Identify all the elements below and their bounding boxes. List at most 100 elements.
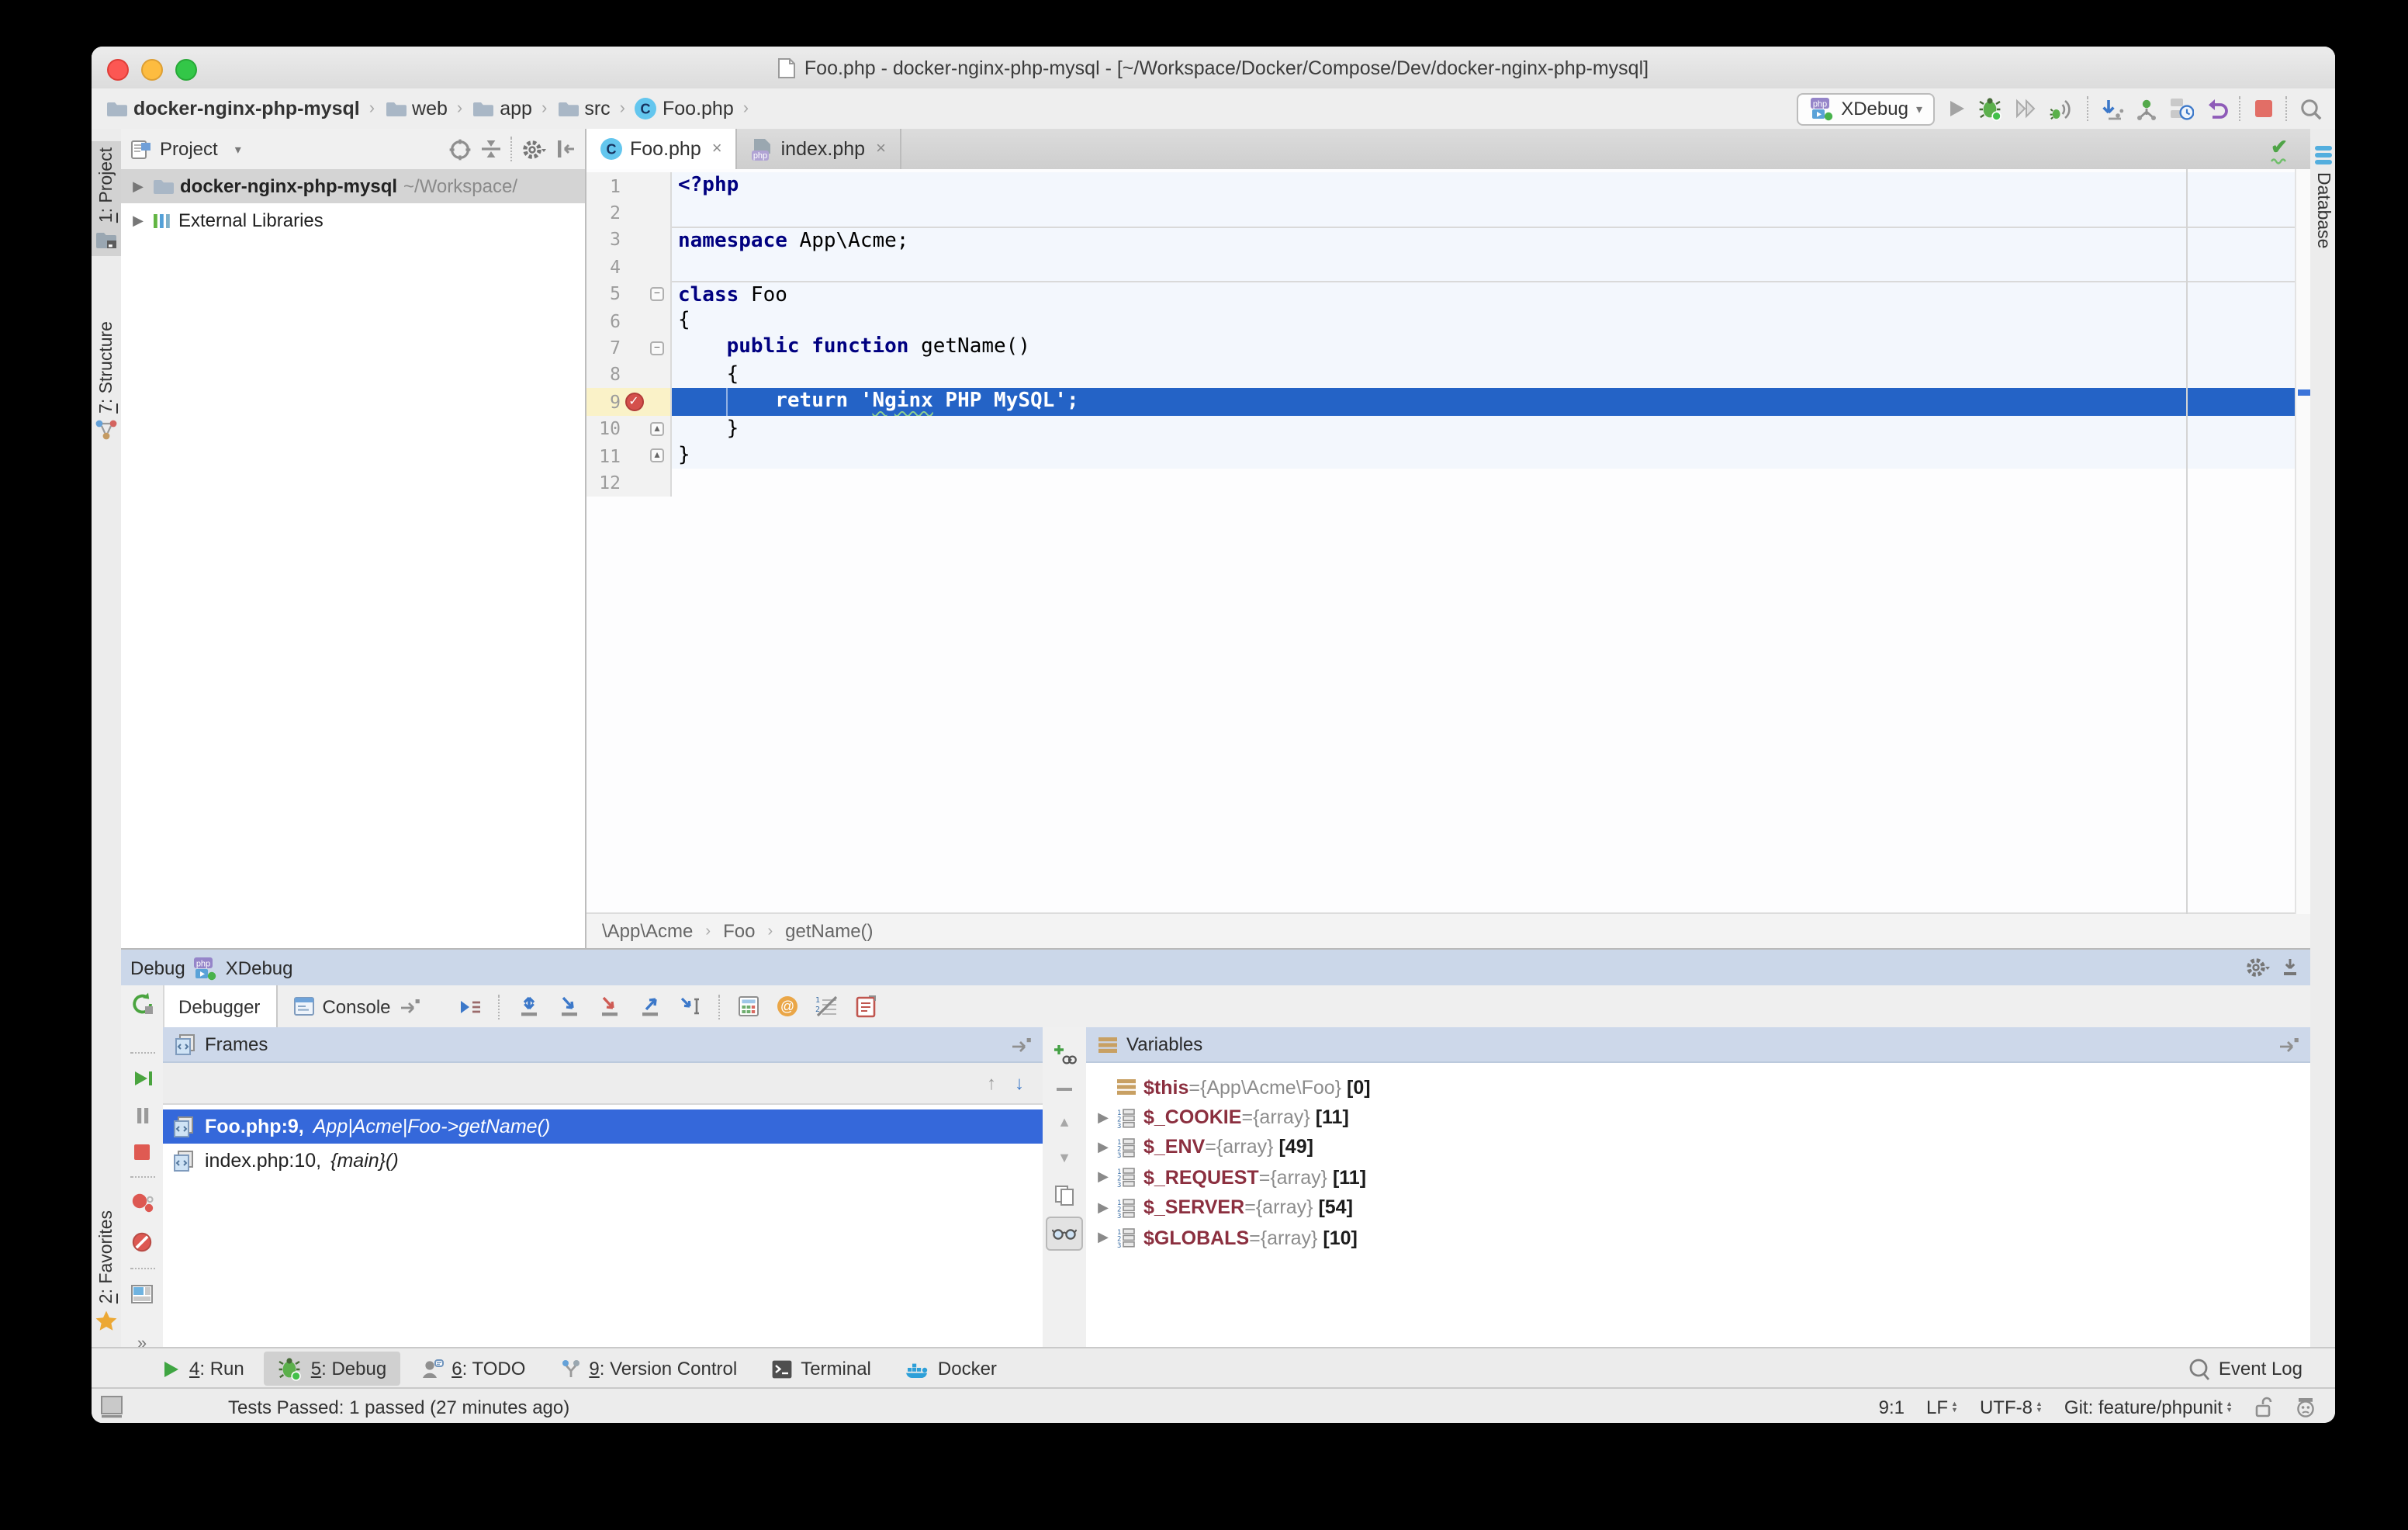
show-execution-point-button[interactable]: [458, 995, 483, 1017]
fold-marker-icon[interactable]: −: [650, 341, 664, 355]
copy-watch-button[interactable]: [1054, 1184, 1075, 1207]
code-line-text[interactable]: {: [672, 361, 2310, 388]
debug-button[interactable]: [1978, 96, 2003, 121]
stripe-button-project[interactable]: 1: Project: [92, 141, 121, 255]
move-watch-down-button[interactable]: ▼: [1057, 1150, 1071, 1165]
frame-row[interactable]: index.php:10, {main}(): [163, 1144, 1043, 1178]
hide-tool-window-button[interactable]: [2279, 957, 2301, 978]
breadcrumb-item[interactable]: web: [384, 98, 448, 119]
gutter-line-2[interactable]: 2: [586, 199, 672, 227]
previous-frame-button[interactable]: ↑: [987, 1072, 996, 1094]
frame-row[interactable]: Foo.php:9, App|Acme|Foo->getName(): [163, 1109, 1043, 1144]
recent-changes-button[interactable]: [2169, 96, 2194, 121]
debug-tab-console[interactable]: Console: [277, 985, 435, 1027]
expand-arrow-icon[interactable]: ▶: [1092, 1139, 1114, 1156]
code-line-10[interactable]: 10▴ }: [586, 415, 2310, 442]
breakpoint-icon[interactable]: ✓: [624, 393, 643, 411]
stripe-button-favorites[interactable]: 2: Favorites: [92, 1204, 121, 1338]
line-number[interactable]: 2: [586, 202, 621, 223]
inspections-status-icon[interactable]: ✔: [2270, 138, 2289, 164]
fold-marker-icon[interactable]: ▴: [650, 448, 664, 462]
code-line-8[interactable]: 8 {: [586, 361, 2310, 388]
hide-panel-button[interactable]: [555, 138, 576, 160]
add-watch-button[interactable]: [1052, 1043, 1077, 1066]
listen-debugger-button[interactable]: [2050, 97, 2076, 120]
line-number[interactable]: 4: [586, 256, 621, 278]
collapse-all-button[interactable]: [479, 138, 503, 160]
pause-button[interactable]: [133, 1105, 151, 1127]
encoding-widget[interactable]: UTF-8▲▼: [1980, 1396, 2043, 1418]
rerun-button[interactable]: [130, 992, 154, 1016]
breadcrumb-item[interactable]: docker-nginx-php-mysql: [106, 98, 360, 119]
gutter-line-4[interactable]: 4: [586, 253, 672, 280]
rollback-button[interactable]: [2205, 97, 2228, 120]
code-line-text[interactable]: }: [672, 415, 2310, 442]
restore-layout-button[interactable]: [130, 1283, 154, 1305]
commit-changes-button[interactable]: [2135, 97, 2158, 120]
breadcrumb-item[interactable]: app: [472, 98, 532, 119]
code-line-3[interactable]: 3namespace App\Acme;: [586, 227, 2310, 254]
project-panel-title[interactable]: Project: [160, 138, 218, 160]
step-over-button[interactable]: [517, 995, 541, 1018]
debug-header[interactable]: Debug php XDebug: [121, 950, 2310, 985]
pin-icon[interactable]: [399, 998, 420, 1015]
code-line-11[interactable]: 11▴}: [586, 442, 2310, 469]
stop-debug-button[interactable]: [132, 1142, 152, 1162]
expand-arrow-icon[interactable]: ▶: [1092, 1109, 1114, 1126]
gutter-line-8[interactable]: 8: [586, 361, 672, 388]
breadcrumb-item[interactable]: src: [556, 98, 610, 119]
code-line-text[interactable]: public function getName(): [672, 334, 2310, 362]
expand-arrow-icon[interactable]: ▶: [130, 178, 146, 195]
gutter-line-11[interactable]: 11▴: [586, 442, 672, 469]
code-line-text[interactable]: [672, 469, 2310, 497]
variable-row[interactable]: $this = {App\Acme\Foo} [0]: [1086, 1072, 2310, 1102]
update-project-button[interactable]: [2101, 97, 2124, 120]
view-breakpoints-button[interactable]: [130, 1192, 154, 1215]
move-watch-up-button[interactable]: ▲: [1057, 1114, 1071, 1130]
fold-marker-icon[interactable]: ▴: [650, 421, 664, 435]
step-out-button[interactable]: [638, 995, 663, 1018]
variable-row[interactable]: ▶123$GLOBALS = {array} [10]: [1086, 1223, 2310, 1253]
gear-icon[interactable]: [521, 137, 548, 161]
gutter-line-10[interactable]: 10▴: [586, 415, 672, 442]
run-button[interactable]: [1946, 98, 1967, 119]
line-number[interactable]: 8: [586, 364, 621, 386]
gutter-line-12[interactable]: 12: [586, 469, 672, 497]
gear-icon[interactable]: [2245, 956, 2271, 979]
code-line-1[interactable]: 1<?php: [586, 172, 2310, 199]
stop-button[interactable]: [2253, 98, 2275, 119]
tool-window-switcher-icon[interactable]: [99, 1395, 124, 1418]
code-line-12[interactable]: 12: [586, 469, 2310, 497]
close-tab-icon[interactable]: ×: [876, 140, 886, 158]
search-everywhere-icon[interactable]: [2299, 97, 2323, 120]
line-number[interactable]: 9: [586, 391, 621, 413]
line-number[interactable]: 1: [586, 175, 621, 196]
line-number[interactable]: 7: [586, 337, 621, 358]
editor-scrollbar[interactable]: [2295, 169, 2310, 914]
show-watches-toggle[interactable]: [1046, 1217, 1083, 1251]
breadcrumb-item[interactable]: CFoo.php: [635, 98, 734, 119]
debug-tab-debugger[interactable]: Debugger: [163, 985, 277, 1027]
editor-tab-Foo-php[interactable]: CFoo.php×: [586, 129, 738, 169]
toolwindow-button-terminal[interactable]: Terminal: [757, 1353, 885, 1384]
mute-variables-button[interactable]: 12: [815, 995, 839, 1018]
stripe-button-database[interactable]: Database: [2310, 138, 2335, 254]
tree-item-externallibraries[interactable]: ▶External Libraries: [121, 203, 585, 237]
code-line-2[interactable]: 2: [586, 199, 2310, 227]
run-with-coverage-button[interactable]: [2014, 98, 2039, 119]
force-step-into-button[interactable]: [597, 995, 622, 1018]
variable-row[interactable]: ▶123$_SERVER = {array} [54]: [1086, 1192, 2310, 1223]
gutter-line-9[interactable]: 9✓: [586, 388, 672, 415]
code-area[interactable]: 1<?php23namespace App\Acme;45−class Foo6…: [586, 169, 2310, 914]
caret-position-widget[interactable]: 9:1: [1879, 1396, 1905, 1418]
event-log-button[interactable]: Event Log: [2174, 1352, 2316, 1385]
run-to-cursor-button[interactable]: [678, 995, 703, 1018]
code-line-text[interactable]: {: [672, 307, 2310, 334]
remove-watch-button[interactable]: [1054, 1085, 1075, 1094]
variable-row[interactable]: ▶123$_COOKIE = {array} [11]: [1086, 1102, 2310, 1133]
expand-arrow-icon[interactable]: ▶: [1092, 1169, 1114, 1186]
code-line-text[interactable]: [672, 253, 2310, 280]
editor-breadcrumb-item[interactable]: \App\Acme: [602, 920, 693, 942]
code-line-text[interactable]: return 'Nginx PHP MySQL';: [672, 388, 2310, 415]
code-line-9[interactable]: 9✓ return 'Nginx PHP MySQL';: [586, 388, 2310, 415]
